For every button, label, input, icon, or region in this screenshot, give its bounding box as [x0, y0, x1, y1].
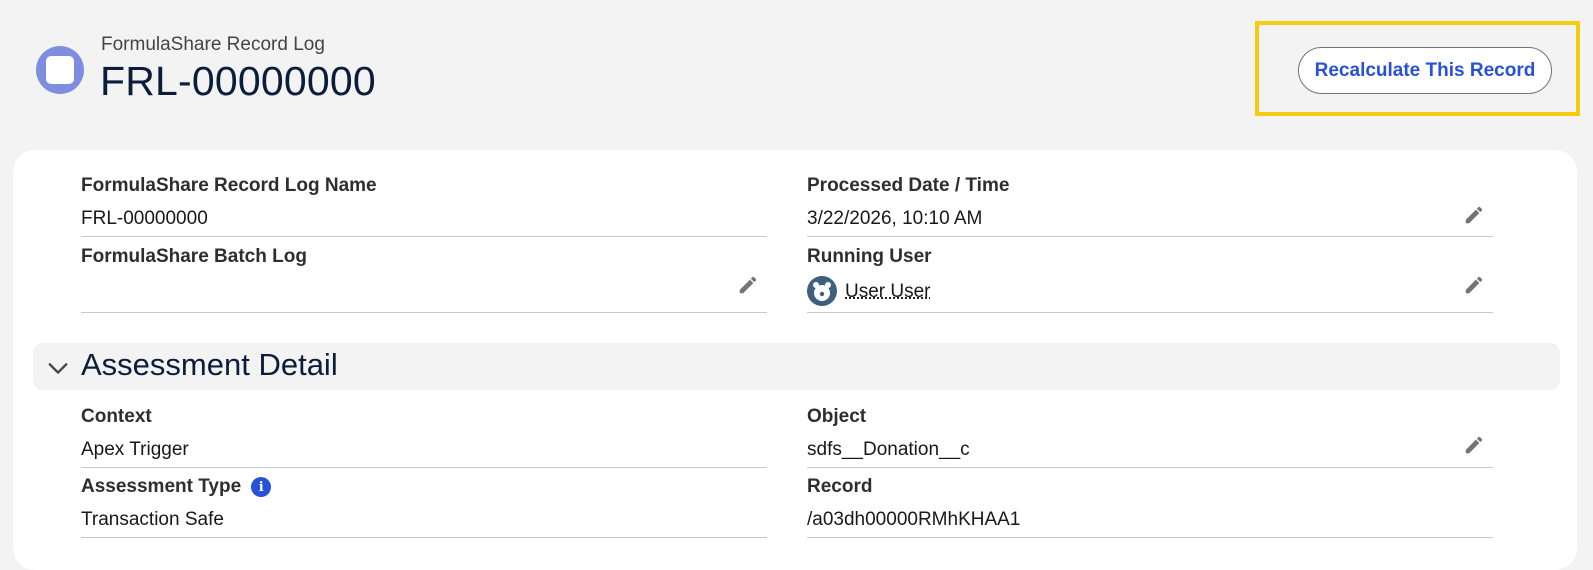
field-object: Object sdfs__Donation__c: [807, 406, 1493, 468]
info-icon[interactable]: i: [251, 477, 272, 497]
field-divider: [807, 236, 1493, 237]
field-divider: [807, 312, 1493, 313]
pencil-icon[interactable]: [737, 274, 759, 296]
record-header: FormulaShare Record Log FRL-00000000 Rec…: [0, 0, 1593, 150]
field-value: Apex Trigger: [81, 439, 189, 460]
chevron-down-icon[interactable]: [47, 357, 69, 379]
record-log-icon: [36, 46, 84, 94]
field-label: Object: [807, 406, 867, 427]
field-processed-datetime: Processed Date / Time 3/22/2026, 10:10 A…: [807, 175, 1493, 237]
field-value: Transaction Safe: [81, 509, 224, 530]
section-title: Assessment Detail: [81, 347, 338, 382]
field-label: Running User: [807, 246, 932, 267]
field-context: Context Apex Trigger: [81, 406, 767, 468]
pencil-icon[interactable]: [1463, 434, 1485, 456]
field-divider: [81, 312, 767, 313]
field-batch-log: FormulaShare Batch Log: [81, 246, 767, 313]
field-divider: [807, 467, 1493, 468]
field-value: FRL-00000000: [81, 208, 208, 229]
field-running-user: Running User User User: [807, 246, 1493, 313]
running-user-link[interactable]: User User: [845, 281, 931, 303]
field-record: Record /a03dh00000RMhKHAA1: [807, 476, 1493, 538]
field-label-row: Assessment Type i: [81, 476, 767, 498]
field-value: 3/22/2026, 10:10 AM: [807, 208, 983, 229]
record-link[interactable]: /a03dh00000RMhKHAA1: [807, 509, 1020, 531]
field-divider: [81, 537, 767, 538]
field-label: FormulaShare Batch Log: [81, 246, 307, 267]
field-label: Assessment Type: [81, 476, 242, 497]
assessment-detail-section-header[interactable]: Assessment Detail: [33, 343, 1560, 390]
field-label: FormulaShare Record Log Name: [81, 175, 377, 196]
user-avatar-icon: [807, 276, 837, 306]
field-divider: [81, 467, 767, 468]
pencil-icon[interactable]: [1463, 274, 1485, 296]
pencil-icon[interactable]: [1463, 204, 1485, 226]
field-label: Context: [81, 406, 152, 427]
field-value: sdfs__Donation__c: [807, 439, 970, 460]
page-title: FRL-00000000: [100, 58, 376, 104]
object-type-label: FormulaShare Record Log: [101, 34, 325, 55]
field-divider: [807, 537, 1493, 538]
field-label: Processed Date / Time: [807, 175, 1010, 196]
field-assessment-type: Assessment Type i Transaction Safe: [81, 476, 767, 538]
field-record-log-name: FormulaShare Record Log Name FRL-0000000…: [81, 175, 767, 237]
recalculate-record-button[interactable]: Recalculate This Record: [1298, 47, 1552, 94]
field-divider: [81, 236, 767, 237]
field-label: Record: [807, 476, 873, 497]
